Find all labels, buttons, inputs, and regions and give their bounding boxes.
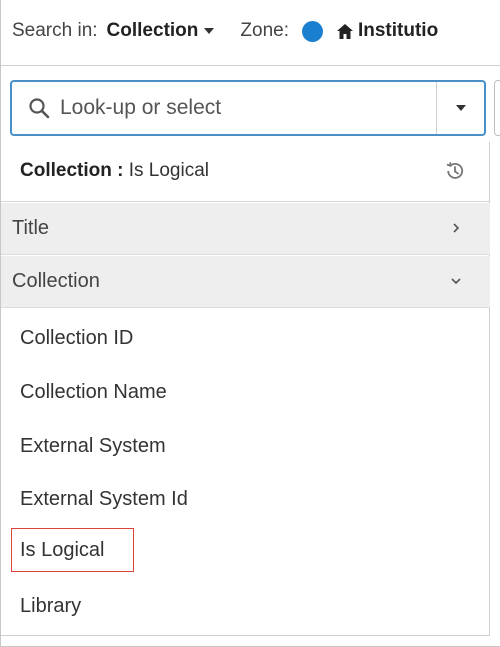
chevron-down-icon xyxy=(450,274,462,286)
list-item-external-system-id[interactable]: External System Id xyxy=(11,478,481,522)
list-item-label: Library xyxy=(20,595,82,617)
list-item-label: External System Id xyxy=(20,488,188,510)
zone-label: Zone: xyxy=(240,20,289,41)
zone-toggle[interactable] xyxy=(301,20,323,42)
group-collection-label: Collection xyxy=(12,270,100,292)
list-item-collection-id[interactable]: Collection ID xyxy=(11,317,481,361)
search-in-value: Collection xyxy=(106,20,199,41)
list-item-label: Is Logical xyxy=(20,539,105,561)
scope-row: Search in: Collection Zone: Institutio xyxy=(12,20,438,42)
search-scope-bar: Search in: Collection Zone: Institutio xyxy=(1,0,500,66)
group-title-label: Title xyxy=(12,217,50,239)
caret-down-icon xyxy=(456,105,466,111)
selected-field-name: Collection xyxy=(20,160,112,181)
list-item-label: Collection Name xyxy=(20,381,167,403)
search-in-dropdown[interactable]: Collection xyxy=(107,20,215,42)
search-input[interactable] xyxy=(60,88,432,128)
caret-down-icon xyxy=(204,28,215,34)
zone-value[interactable]: Institutio xyxy=(358,20,438,42)
list-item-label: Collection ID xyxy=(20,327,134,349)
chevron-right-icon xyxy=(450,221,462,233)
adjacent-control[interactable] xyxy=(494,80,500,136)
home-icon xyxy=(336,23,354,40)
field-dropdown-panel: Collection : Is Logical Title Collection xyxy=(1,142,490,636)
search-widget: Search in: Collection Zone: Institutio L… xyxy=(0,0,500,647)
list-item-external-system[interactable]: External System xyxy=(11,425,481,469)
list-item-is-logical[interactable]: Is Logical xyxy=(11,528,134,572)
selected-field-separator: : xyxy=(111,160,129,181)
history-icon[interactable] xyxy=(444,160,466,182)
selected-field-value: Is Logical xyxy=(128,160,210,181)
group-title[interactable]: Title xyxy=(1,203,490,255)
selected-field-text: Collection : Is Logical xyxy=(20,160,209,182)
list-item-label: External System xyxy=(20,435,166,457)
list-item-collection-name[interactable]: Collection Name xyxy=(11,371,481,415)
search-dropdown-toggle[interactable] xyxy=(436,82,484,134)
search-field[interactable] xyxy=(10,80,486,136)
search-in-label: Search in: xyxy=(12,20,98,41)
list-item-library[interactable]: Library xyxy=(11,585,481,629)
search-icon xyxy=(28,97,50,119)
group-collection[interactable]: Collection xyxy=(1,256,490,308)
selected-field-row[interactable]: Collection : Is Logical xyxy=(1,142,490,202)
